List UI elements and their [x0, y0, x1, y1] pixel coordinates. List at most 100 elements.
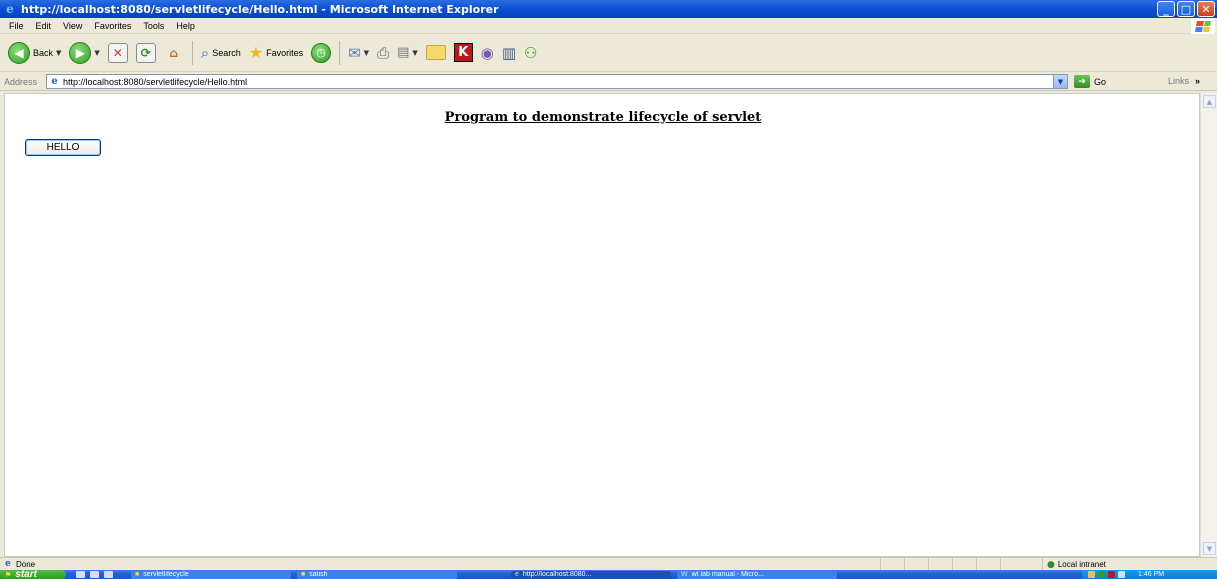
go-button[interactable]: ➜ Go — [1074, 75, 1106, 88]
links-toolbar[interactable]: Links » — [1168, 76, 1200, 86]
task-label: http://localhost:8080... — [522, 571, 592, 578]
folder-button[interactable] — [425, 45, 446, 60]
menu-help[interactable]: Help — [176, 21, 195, 31]
address-url[interactable]: http://localhost:8080/servletlifecycle/H… — [63, 77, 247, 87]
status-text: Done — [16, 559, 36, 569]
folder-icon: ■ — [301, 571, 306, 578]
messenger-button[interactable]: ⚇ — [524, 44, 537, 62]
forward-button[interactable]: ▶ ▼ — [69, 41, 100, 64]
browser-window: e http://localhost:8080/servletlifecycle… — [0, 0, 1217, 579]
address-bar: Address e http://localhost:8080/servletl… — [0, 73, 1217, 91]
start-button[interactable]: ⚑ start — [0, 570, 66, 579]
toolbar-divider — [191, 40, 193, 65]
tray-icon[interactable] — [1118, 571, 1125, 578]
links-label: Links — [1168, 76, 1190, 86]
refresh-button[interactable]: ⟳ — [135, 42, 156, 63]
ie-icon: e — [515, 571, 519, 578]
menu-favorites[interactable]: Favorites — [94, 21, 131, 31]
print-icon: ⎙ — [377, 43, 390, 62]
taskbar-item[interactable]: ■ servletlifecycle — [131, 570, 291, 579]
task-label: satish — [309, 571, 328, 578]
status-bar: e Done ● Local intranet — [0, 557, 1217, 571]
menu-edit[interactable]: Edit — [36, 21, 52, 31]
title-bar[interactable]: e http://localhost:8080/servletlifecycle… — [0, 0, 1217, 18]
chevron-down-icon[interactable]: ▼ — [94, 49, 99, 57]
search-label: Search — [212, 47, 241, 58]
tray-icon[interactable] — [1098, 571, 1105, 578]
mail-button[interactable]: ✉ ▼ — [348, 44, 369, 62]
page-heading: Program to demonstrate lifecycle of serv… — [444, 110, 762, 125]
hello-button[interactable]: HELLO — [25, 139, 101, 156]
quick-launch — [76, 571, 113, 578]
task-label: wt lab manual - Micro... — [691, 571, 764, 578]
folder-icon — [425, 45, 446, 60]
refresh-icon: ⟳ — [135, 42, 156, 63]
edit-page-icon: ▤ — [397, 45, 410, 60]
links-more-icon[interactable]: » — [1195, 76, 1200, 86]
chevron-down-icon[interactable]: ▼ — [1053, 75, 1067, 88]
taskbar-item[interactable]: e http://localhost:8080... — [511, 570, 671, 579]
intranet-icon: ● — [1047, 559, 1055, 570]
research-button[interactable]: ▥ — [502, 44, 516, 62]
home-button[interactable]: ⌂ — [164, 43, 184, 63]
mail-icon: ✉ — [348, 43, 361, 62]
chevron-down-icon[interactable]: ▼ — [56, 49, 61, 57]
chevron-down-icon[interactable]: ▼ — [364, 49, 369, 57]
print-button[interactable]: ⎙ — [377, 44, 389, 62]
start-label: start — [15, 570, 37, 579]
page-icon: e — [51, 76, 58, 87]
search-icon: ⌕ — [200, 43, 210, 62]
go-arrow-icon: ➜ — [1074, 75, 1090, 88]
clock: 1:46 PM — [1138, 571, 1165, 578]
system-tray: 1:46 PM — [1082, 570, 1217, 579]
toolbar-divider — [339, 40, 341, 65]
history-button[interactable]: ◷ — [311, 42, 332, 63]
minimize-button[interactable]: _ — [1157, 1, 1175, 17]
taskbar: ⚑ start ■ servletlifecycle ■ satish e ht… — [0, 570, 1217, 579]
scroll-down-arrow-icon[interactable]: ▼ — [1203, 542, 1216, 555]
stop-button[interactable]: ✕ — [107, 42, 128, 63]
address-label: Address — [4, 76, 38, 87]
taskbar-item[interactable]: ■ satish — [297, 570, 457, 579]
back-button[interactable]: ◀ Back ▼ — [8, 41, 61, 64]
maximize-button[interactable]: □ — [1177, 1, 1195, 17]
menu-bar: File Edit View Favorites Tools Help — [0, 18, 1217, 34]
antivirus-button[interactable]: K — [453, 43, 473, 62]
media-button[interactable]: ◉ — [481, 44, 494, 62]
search-button[interactable]: ⌕ Search — [201, 44, 241, 62]
address-input[interactable]: e http://localhost:8080/servletlifecycle… — [46, 74, 1068, 89]
edit-button[interactable]: ▤ ▼ — [397, 45, 418, 60]
chevron-down-icon[interactable]: ▼ — [412, 49, 417, 57]
favorites-button[interactable]: ★ Favorites — [249, 43, 303, 62]
menu-file[interactable]: File — [9, 21, 24, 31]
windows-logo-icon — [1191, 18, 1215, 34]
tray-icon[interactable] — [1108, 571, 1115, 578]
antivirus-k-icon: K — [453, 43, 473, 62]
media-icon: ◉ — [480, 43, 494, 62]
scroll-up-arrow-icon[interactable]: ▲ — [1203, 95, 1216, 108]
ie-icon: e — [6, 2, 14, 16]
close-button[interactable]: ✕ — [1197, 1, 1215, 17]
quick-launch-icon[interactable] — [90, 571, 99, 578]
windows-flag-icon: ⚑ — [5, 571, 12, 579]
zone-text: Local intranet — [1057, 560, 1106, 569]
window-title: http://localhost:8080/servletlifecycle/H… — [21, 2, 499, 16]
tray-icon[interactable] — [1088, 571, 1095, 578]
window-controls: _ □ ✕ — [1157, 1, 1215, 17]
home-icon: ⌂ — [169, 45, 179, 60]
menu-tools[interactable]: Tools — [143, 21, 164, 31]
quick-launch-icon[interactable] — [76, 571, 85, 578]
quick-launch-icon[interactable] — [104, 571, 113, 578]
taskbar-item[interactable]: W wt lab manual - Micro... — [677, 570, 837, 579]
back-label: Back — [33, 47, 54, 58]
task-label: servletlifecycle — [143, 571, 189, 578]
word-icon: W — [681, 571, 688, 578]
forward-arrow-icon: ▶ — [69, 41, 92, 64]
page-content: Program to demonstrate lifecycle of serv… — [4, 93, 1200, 557]
menu-view[interactable]: View — [63, 21, 82, 31]
messenger-icon: ⚇ — [524, 43, 538, 62]
favorites-star-icon: ★ — [248, 43, 264, 62]
vertical-scrollbar[interactable]: ▲ ▼ — [1200, 93, 1217, 557]
go-label: Go — [1094, 76, 1107, 87]
favorites-label: Favorites — [266, 47, 304, 58]
